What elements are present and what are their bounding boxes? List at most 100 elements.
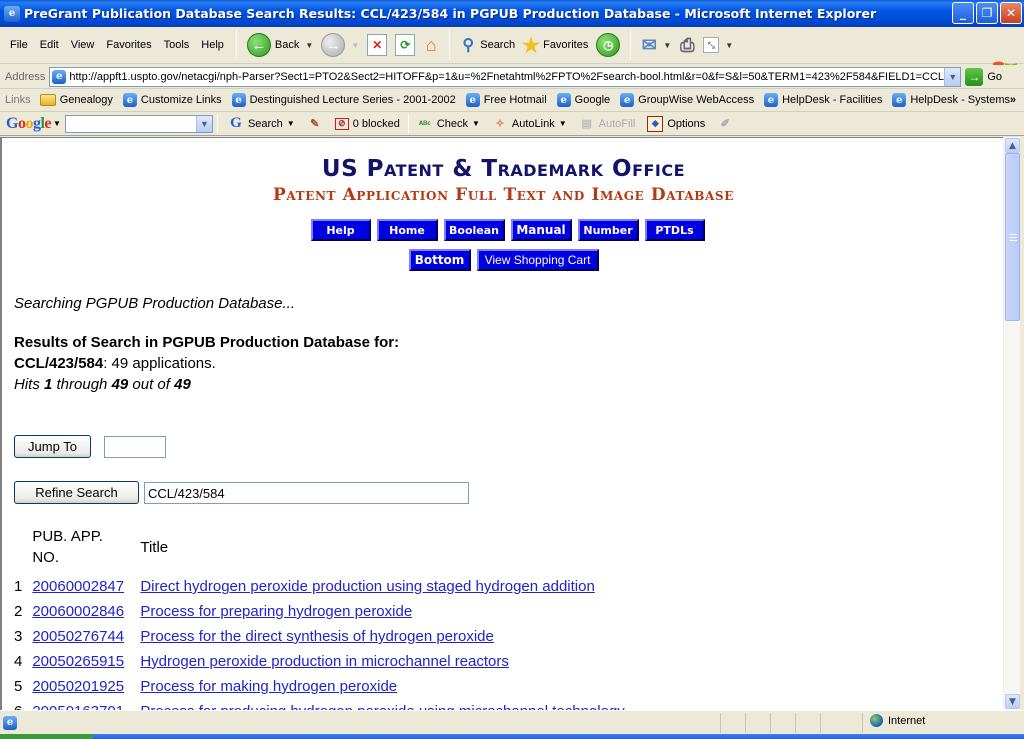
link-genealogy[interactable]: Genealogy	[35, 94, 118, 106]
status-divider	[770, 713, 771, 733]
row-pubno-cell: 20050276744	[32, 624, 140, 649]
nav-ptdls-button[interactable]: PTDLs	[644, 219, 705, 241]
status-divider	[862, 713, 863, 733]
fullscreen-button[interactable]: ⤡ ▼	[699, 37, 737, 53]
link-google[interactable]: e Google	[552, 93, 615, 107]
search-button[interactable]: ⚲ Search	[456, 37, 519, 54]
google-logo[interactable]: Google	[0, 115, 53, 133]
scroll-up-button[interactable]: ▲	[1005, 138, 1020, 153]
google-search-button[interactable]: G Search ▼	[222, 115, 301, 132]
go-button[interactable]: → Go	[965, 67, 1002, 86]
link-free-hotmail[interactable]: e Free Hotmail	[461, 93, 552, 107]
menu-view[interactable]: View	[65, 37, 101, 53]
link-helpdesk-facilities[interactable]: e HelpDesk - Facilities	[759, 93, 887, 107]
row-title-cell: Hydrogen peroxide production in microcha…	[140, 649, 630, 674]
more-tools-dropdown-icon[interactable]: ▼	[725, 41, 733, 50]
nav-number-button[interactable]: Number	[577, 219, 639, 241]
link-groupwise[interactable]: e GroupWise WebAccess	[615, 93, 759, 107]
row-index: 6	[14, 699, 32, 710]
nav-home-button[interactable]: Home	[376, 219, 438, 241]
scrollbar-thumb[interactable]	[1005, 153, 1020, 321]
refresh-icon: ⟳	[395, 34, 416, 56]
security-zone[interactable]: Internet	[870, 714, 925, 727]
back-dropdown-icon[interactable]: ▼	[305, 41, 313, 50]
menu-file[interactable]: File	[4, 37, 34, 53]
google-search-dropdown-icon[interactable]: ▼	[195, 115, 212, 132]
title-link[interactable]: Process for the direct synthesis of hydr…	[140, 628, 494, 645]
header-title: Title	[140, 538, 169, 556]
autolink-button[interactable]: ✧ AutoLink ▼	[486, 116, 573, 132]
pub-app-no-link[interactable]: 20050163701	[32, 703, 124, 710]
title-bar[interactable]: e PreGrant Publication Database Search R…	[0, 0, 1024, 27]
nav-buttons-row2: Bottom View Shopping Cart	[2, 249, 1003, 271]
nav-help-button[interactable]: Help	[310, 219, 371, 241]
minimize-button[interactable]: _	[952, 2, 974, 24]
google-search-value[interactable]	[66, 116, 196, 132]
pub-app-no-link[interactable]: 20060002847	[32, 578, 124, 595]
favorites-button[interactable]: ★ Favorites	[519, 35, 592, 57]
restore-button[interactable]: ❐	[976, 2, 998, 24]
link-helpdesk-systems[interactable]: e HelpDesk - Systems	[887, 93, 1015, 107]
address-input[interactable]: e http://appft1.uspto.gov/netacgi/nph-Pa…	[49, 66, 962, 87]
title-link[interactable]: Process for producing hydrogen peroxide …	[140, 703, 624, 710]
jump-to-input[interactable]	[104, 436, 166, 458]
title-link[interactable]: Hydrogen peroxide production in microcha…	[140, 653, 509, 670]
print-button[interactable]: ⎙	[675, 35, 699, 55]
toolbar-separator	[407, 114, 409, 133]
google-search-dropdown-icon[interactable]: ▼	[287, 119, 295, 128]
link-label: Genealogy	[59, 94, 113, 106]
row-index: 5	[14, 678, 23, 695]
start-button[interactable]	[0, 734, 93, 739]
nav-bottom-button[interactable]: Bottom	[408, 249, 471, 271]
autolink-dropdown-icon[interactable]: ▼	[559, 119, 567, 128]
forward-dropdown-icon[interactable]: ▼	[351, 41, 359, 50]
autofill-button[interactable]: ▤ AutoFill	[573, 116, 642, 132]
options-button[interactable]: ◆ Options	[641, 115, 711, 132]
pub-app-no-link[interactable]: 20050201925	[32, 678, 124, 695]
refine-search-button[interactable]: Refine Search	[14, 481, 139, 504]
link-customize-links[interactable]: e Customize Links	[118, 93, 227, 107]
address-url[interactable]: http://appft1.uspto.gov/netacgi/nph-Pars…	[66, 71, 944, 83]
title-link[interactable]: Direct hydrogen peroxide production usin…	[140, 578, 594, 595]
mail-dropdown-icon[interactable]: ▼	[663, 41, 671, 50]
google-menu-dropdown-icon[interactable]: ▼	[53, 119, 61, 128]
home-button[interactable]: ⌂	[419, 35, 443, 55]
refine-search-input[interactable]: CCL/423/584	[144, 482, 469, 504]
row-pubno-cell: 20060002846	[32, 599, 140, 624]
highlight-button[interactable]: ✐	[711, 116, 739, 132]
view-shopping-cart-button[interactable]: View Shopping Cart	[476, 249, 599, 271]
menu-help[interactable]: Help	[195, 37, 230, 53]
check-dropdown-icon[interactable]: ▼	[472, 119, 480, 128]
menu-tools[interactable]: Tools	[158, 37, 196, 53]
link-lecture-series[interactable]: e Destinguished Lecture Series - 2001-20…	[227, 93, 461, 107]
menu-favorites[interactable]: Favorites	[100, 37, 157, 53]
google-search-input[interactable]: ▼	[64, 114, 213, 133]
stop-button[interactable]: ✕	[363, 34, 391, 56]
menu-edit[interactable]: Edit	[34, 37, 65, 53]
title-link[interactable]: Process for making hydrogen peroxide	[140, 678, 397, 695]
address-dropdown-icon[interactable]: ▼	[944, 67, 961, 86]
back-arrow-icon: ←	[246, 33, 271, 57]
pub-app-no-link[interactable]: 20060002846	[32, 603, 124, 620]
title-link[interactable]: Process for preparing hydrogen peroxide	[140, 603, 412, 620]
mail-button[interactable]: ✉ ▼	[637, 35, 675, 55]
jump-to-button[interactable]: Jump To	[14, 435, 91, 458]
forward-button[interactable]: → ▼	[317, 33, 363, 57]
close-button[interactable]: ✕	[1000, 2, 1022, 24]
ie-page-icon: e	[620, 93, 635, 107]
vertical-scrollbar[interactable]: ▲ ▼	[1003, 137, 1020, 710]
popup-blocker-button[interactable]: ⊘ 0 blocked	[329, 117, 406, 130]
pub-app-no-link[interactable]: 20050276744	[32, 628, 124, 645]
refresh-button[interactable]: ⟳	[391, 34, 419, 56]
spell-check-button[interactable]: ᴬᴮᶜ Check ▼	[411, 116, 486, 132]
back-button[interactable]: ← Back ▼	[243, 33, 317, 57]
history-button[interactable]: ◷	[592, 33, 624, 57]
links-more-chevron-icon[interactable]: »	[1010, 94, 1016, 106]
pub-app-no-link[interactable]: 20050265915	[32, 653, 124, 670]
scroll-down-button[interactable]: ▼	[1005, 694, 1020, 709]
searching-status: Searching PGPUB Production Database...	[14, 295, 295, 312]
nav-boolean-button[interactable]: Boolean	[443, 219, 505, 241]
pagerank-button[interactable]: ✎	[301, 116, 329, 132]
status-divider	[795, 713, 796, 733]
nav-manual-button[interactable]: Manual	[510, 219, 572, 241]
